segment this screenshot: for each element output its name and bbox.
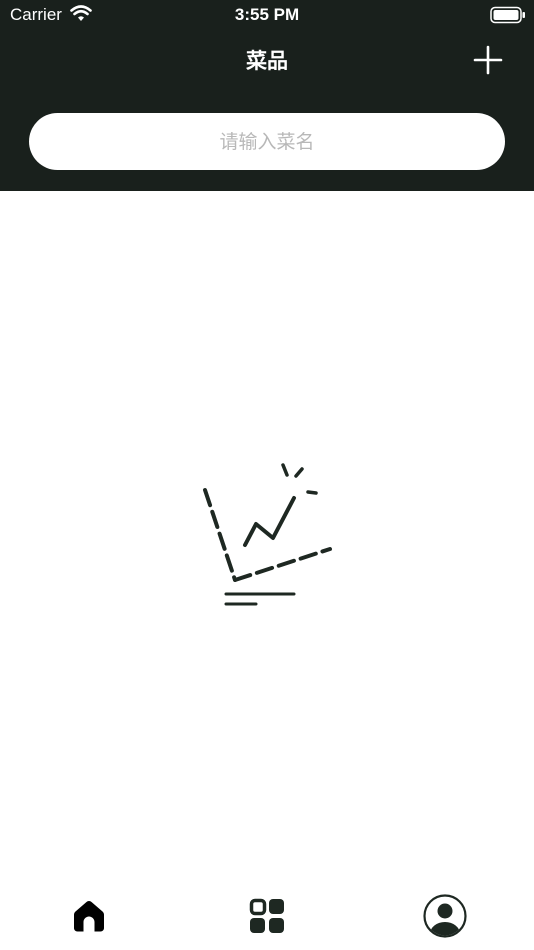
search-box	[29, 113, 505, 170]
user-icon	[423, 894, 467, 938]
search-input[interactable]	[29, 113, 505, 170]
add-dish-button[interactable]	[470, 42, 506, 78]
tab-profile[interactable]	[421, 892, 469, 940]
tab-home[interactable]	[65, 892, 113, 940]
empty-chart-illustration	[203, 463, 332, 606]
header: Carrier 3:55 PM 菜品	[0, 0, 534, 191]
page-title: 菜品	[246, 49, 288, 73]
status-time: 3:55 PM	[234, 5, 300, 24]
home-icon	[74, 901, 104, 932]
grid-icon	[249, 898, 284, 933]
battery-icon	[490, 6, 525, 24]
status-bar: Carrier 3:55 PM	[0, 0, 534, 30]
tab-bar	[0, 880, 534, 950]
tab-apps[interactable]	[243, 892, 291, 940]
plus-icon	[473, 45, 503, 75]
